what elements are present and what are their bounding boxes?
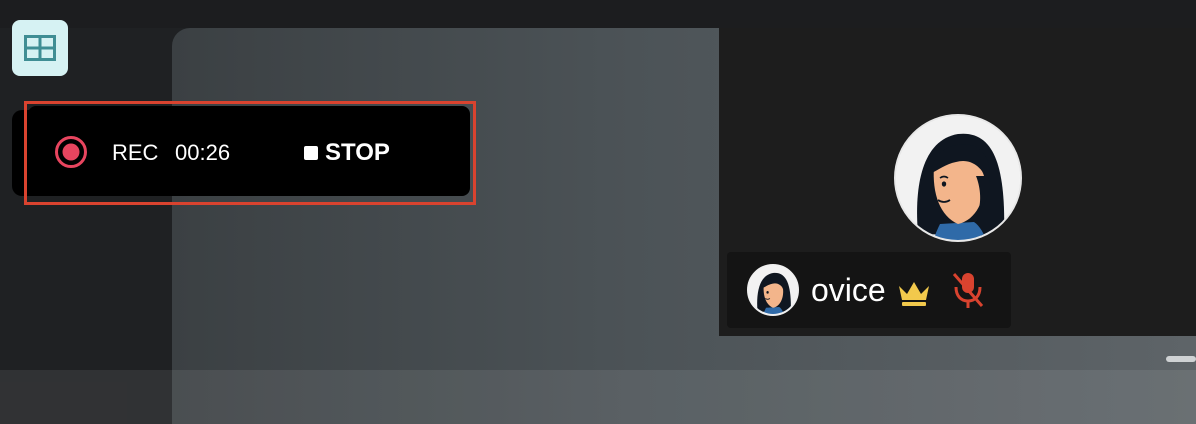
crown-icon (899, 282, 929, 306)
participant-name-tag: ovice (727, 252, 1011, 328)
participant-avatar-small (747, 264, 799, 316)
participant-name: ovice (811, 272, 886, 308)
bottom-strip (0, 370, 1196, 424)
avatar-illustration (896, 116, 1020, 240)
participant-avatar-large[interactable] (894, 114, 1022, 242)
avatar-illustration-small (749, 266, 797, 314)
top-bar (0, 0, 1196, 28)
recording-bar-highlight (24, 101, 476, 205)
layout-toggle-button[interactable] (12, 20, 68, 76)
grid-layout-icon (24, 35, 56, 61)
scroll-handle[interactable] (1166, 356, 1196, 362)
mic-muted-icon[interactable] (949, 270, 987, 310)
